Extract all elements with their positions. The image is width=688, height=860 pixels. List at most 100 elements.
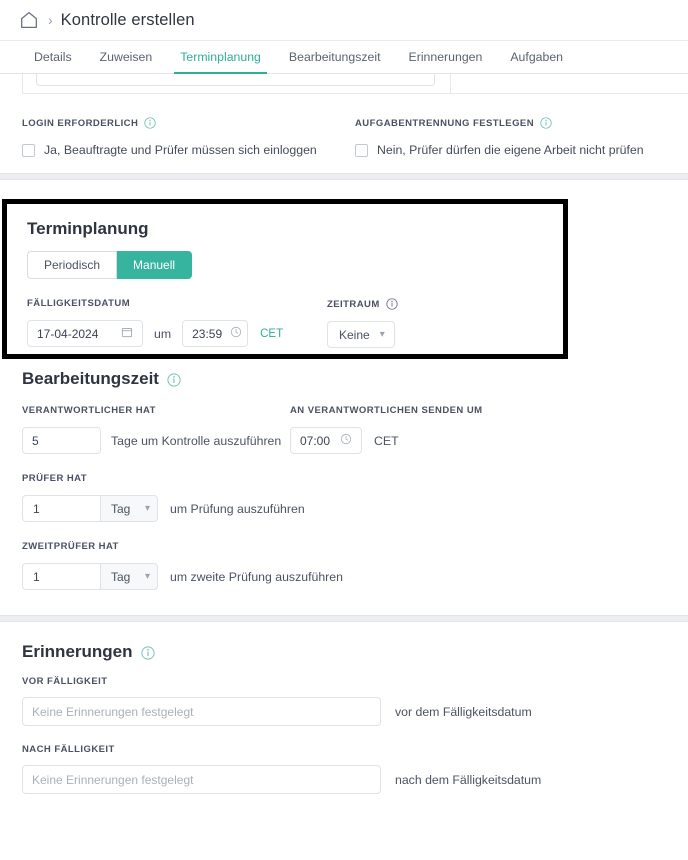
due-date-group: FÄLLIGKEITSDATUM 17-04-2024 um 23:59 CET	[27, 298, 327, 348]
login-section: LOGIN ERFORDERLICH Ja, Beauftragte und P…	[0, 103, 688, 173]
zeitraum-group: ZEITRAUM Keine ▾	[327, 298, 398, 348]
nach-faelligkeit-label: NACH FÄLLIGKEIT	[22, 744, 115, 755]
pruefer-duration-input[interactable]: 1	[22, 495, 100, 522]
login-required-label: LOGIN ERFORDERLICH	[22, 117, 355, 129]
zweitpruefer-duration-input[interactable]: 1	[22, 563, 100, 590]
info-icon[interactable]	[540, 117, 552, 129]
clipped-card-top	[0, 74, 688, 103]
home-icon[interactable]	[18, 9, 40, 31]
responsible-days-value: 5	[32, 433, 39, 448]
task-separation-checkbox[interactable]	[355, 143, 368, 157]
responsible-days-suffix: Tage um Kontrolle auszuführen	[111, 433, 282, 448]
send-time-label: AN VERANTWORTLICHEN SENDEN UM	[290, 405, 483, 416]
login-required-checkbox[interactable]	[22, 143, 35, 157]
tab-details[interactable]: Details	[20, 41, 86, 73]
zweitpruefer-duration-combo[interactable]: 1 Tag ▾	[22, 563, 158, 590]
tab-bar: Details Zuweisen Terminplanung Bearbeitu…	[0, 41, 688, 74]
login-required-checkbox-row[interactable]: Ja, Beauftragte und Prüfer müssen sich e…	[22, 143, 355, 157]
send-time-input[interactable]: 07:00	[290, 427, 362, 454]
vor-faelligkeit-label: VOR FÄLLIGKEIT	[22, 676, 108, 687]
vor-faelligkeit-placeholder: Keine Erinnerungen festgelegt	[32, 704, 194, 719]
terminplanung-section: Terminplanung Periodisch Manuell FÄLLIGK…	[7, 204, 563, 348]
bearbeitungszeit-section: Bearbeitungszeit VERANTWORTLICHER HAT 5 …	[0, 347, 688, 615]
bearbeitungszeit-heading: Bearbeitungszeit	[22, 369, 666, 389]
send-time-value: 07:00	[300, 433, 331, 448]
bearbeitungszeit-heading-text: Bearbeitungszeit	[22, 369, 159, 388]
nach-faelligkeit-suffix: nach dem Fälligkeitsdatum	[395, 772, 542, 787]
nach-faelligkeit-group: NACH FÄLLIGKEIT Keine Erinnerungen festg…	[22, 744, 666, 794]
task-separation-label: AUFGABENTRENNUNG FESTLEGEN	[355, 117, 644, 129]
pruefer-group: PRÜFER HAT 1 Tag ▾ um Prüfung auszuführe…	[22, 473, 666, 522]
send-time-group: AN VERANTWORTLICHEN SENDEN UM 07:00 CET	[290, 405, 483, 454]
schedule-mode-toggle[interactable]: Periodisch Manuell	[27, 251, 563, 279]
clock-icon[interactable]	[230, 326, 242, 341]
vor-faelligkeit-suffix: vor dem Fälligkeitsdatum	[395, 704, 532, 719]
zweitpruefer-duration-value: 1	[33, 569, 40, 584]
due-time-value: 23:59	[192, 326, 223, 341]
clock-icon[interactable]	[340, 433, 352, 448]
zweitpruefer-unit-select[interactable]: Tag ▾	[100, 563, 158, 590]
vor-faelligkeit-group: VOR FÄLLIGKEIT Keine Erinnerungen festge…	[22, 676, 666, 726]
clipped-input-field[interactable]	[36, 74, 435, 86]
info-icon[interactable]	[386, 298, 398, 310]
zweitpruefer-group: ZWEITPRÜFER HAT 1 Tag ▾ um zweite Prüfun…	[22, 541, 666, 590]
zweitpruefer-label: ZWEITPRÜFER HAT	[22, 541, 119, 552]
breadcrumb-separator: ›	[48, 12, 53, 28]
zeitraum-label-text: ZEITRAUM	[327, 298, 380, 310]
terminplanung-heading: Terminplanung	[27, 219, 149, 238]
login-required-group: LOGIN ERFORDERLICH Ja, Beauftragte und P…	[22, 117, 355, 157]
section-separator	[0, 615, 688, 622]
mode-periodisch-button[interactable]: Periodisch	[27, 251, 118, 279]
tab-bearbeitungszeit[interactable]: Bearbeitungszeit	[275, 41, 395, 73]
zeitraum-value: Keine	[339, 327, 370, 342]
task-separation-group: AUFGABENTRENNUNG FESTLEGEN Nein, Prüfer …	[355, 117, 644, 157]
login-required-checkbox-label: Ja, Beauftragte und Prüfer müssen sich e…	[44, 143, 317, 157]
calendar-icon[interactable]	[121, 326, 133, 341]
zeitraum-select[interactable]: Keine ▾	[327, 321, 395, 348]
um-label: um	[154, 326, 172, 341]
zeitraum-label: ZEITRAUM	[327, 298, 398, 310]
due-date-input[interactable]: 17-04-2024	[27, 320, 143, 347]
zweitpruefer-suffix: um zweite Prüfung auszuführen	[170, 569, 343, 584]
due-date-label: FÄLLIGKEITSDATUM	[27, 298, 131, 309]
pruefer-suffix: um Prüfung auszuführen	[170, 501, 305, 516]
clipped-divider-bottom	[22, 93, 688, 94]
pruefer-duration-combo[interactable]: 1 Tag ▾	[22, 495, 158, 522]
erinnerungen-heading-text: Erinnerungen	[22, 642, 133, 661]
page-title: Kontrolle erstellen	[60, 10, 195, 29]
login-required-label-text: LOGIN ERFORDERLICH	[22, 117, 139, 129]
clipped-divider-left	[22, 74, 23, 93]
info-icon[interactable]	[144, 117, 156, 129]
tab-aufgaben[interactable]: Aufgaben	[496, 41, 577, 73]
send-time-timezone: CET	[374, 433, 399, 448]
chevron-down-icon: ▾	[144, 571, 150, 582]
pruefer-duration-value: 1	[33, 501, 40, 516]
pruefer-unit-select[interactable]: Tag ▾	[100, 495, 158, 522]
responsible-days-group: VERANTWORTLICHER HAT 5 Tage um Kontrolle…	[22, 405, 290, 454]
app-page: › Kontrolle erstellen Details Zuweisen T…	[0, 0, 688, 860]
tab-zuweisen[interactable]: Zuweisen	[86, 41, 167, 73]
responsible-days-label: VERANTWORTLICHER HAT	[22, 405, 156, 416]
tab-erinnerungen[interactable]: Erinnerungen	[395, 41, 497, 73]
section-separator	[0, 173, 688, 180]
chevron-down-icon: ▾	[379, 329, 385, 340]
nach-faelligkeit-input[interactable]: Keine Erinnerungen festgelegt	[22, 765, 381, 794]
task-separation-checkbox-label: Nein, Prüfer dürfen die eigene Arbeit ni…	[377, 143, 644, 157]
tab-terminplanung[interactable]: Terminplanung	[166, 41, 275, 74]
erinnerungen-heading: Erinnerungen	[22, 642, 666, 662]
nach-faelligkeit-placeholder: Keine Erinnerungen festgelegt	[32, 772, 194, 787]
clipped-divider-right	[450, 74, 451, 93]
info-icon[interactable]	[140, 645, 155, 660]
task-separation-checkbox-row[interactable]: Nein, Prüfer dürfen die eigene Arbeit ni…	[355, 143, 644, 157]
erinnerungen-section: Erinnerungen VOR FÄLLIGKEIT Keine Erinne…	[0, 622, 688, 794]
info-icon[interactable]	[167, 372, 181, 387]
due-time-input[interactable]: 23:59	[182, 320, 249, 347]
vor-faelligkeit-input[interactable]: Keine Erinnerungen festgelegt	[22, 697, 381, 726]
mode-manuell-button[interactable]: Manuell	[117, 251, 193, 279]
pruefer-unit-value: Tag	[111, 501, 131, 516]
terminplanung-highlight-box: Terminplanung Periodisch Manuell FÄLLIGK…	[2, 199, 568, 359]
pruefer-label: PRÜFER HAT	[22, 473, 88, 484]
due-timezone-label: CET	[260, 327, 284, 340]
zweitpruefer-unit-value: Tag	[111, 569, 131, 584]
responsible-days-input[interactable]: 5	[22, 427, 101, 454]
